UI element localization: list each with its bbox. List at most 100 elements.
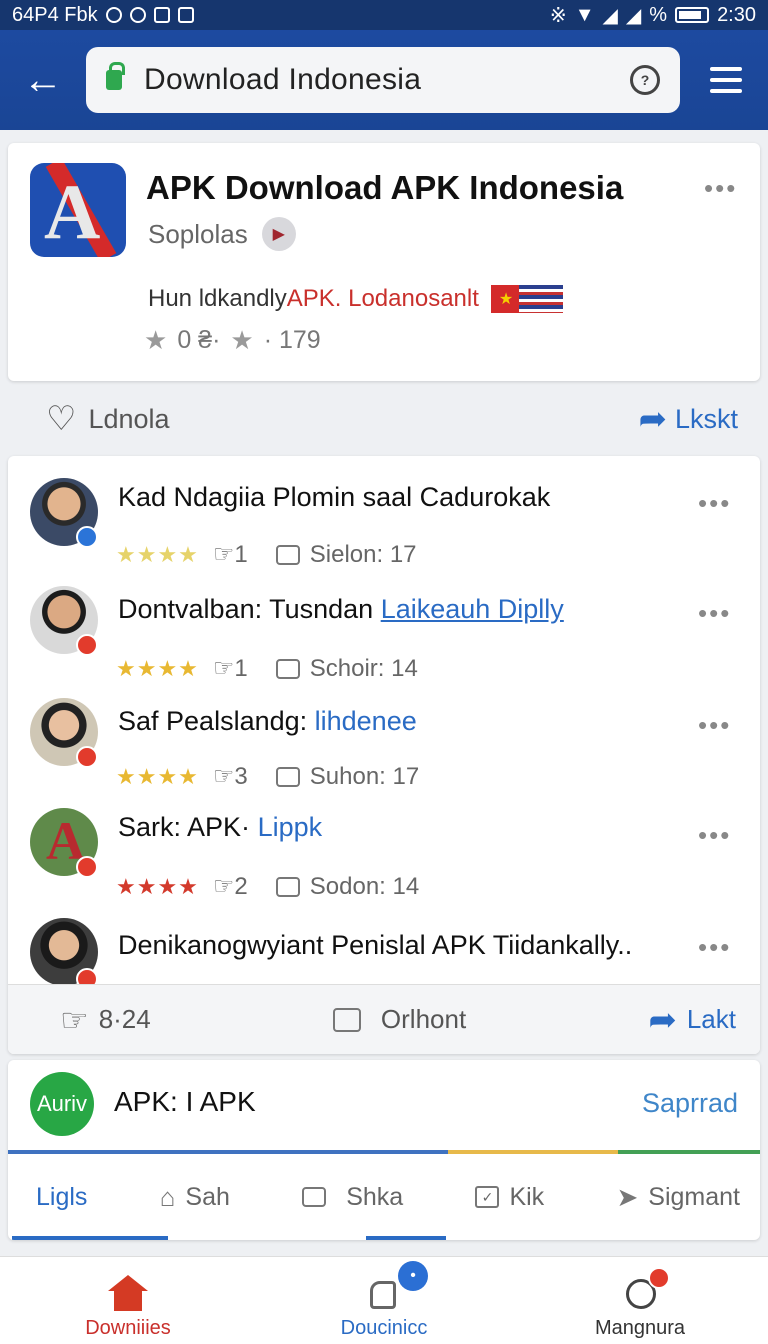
- like-total: 8·24: [98, 1004, 151, 1034]
- thumbs-up-icon[interactable]: ☞: [213, 762, 235, 791]
- tab-bar: Ligls ⌂ Sah Shka ✓ Kik ➤ Sigmant: [8, 1154, 760, 1240]
- bluetooth-icon: ※: [549, 4, 567, 27]
- developer-badge-icon: ▶: [261, 217, 296, 251]
- url-bar[interactable]: Download Indonesia ?: [86, 47, 680, 113]
- review-link[interactable]: lihdenee: [315, 706, 417, 736]
- info-icon[interactable]: ?: [630, 65, 660, 95]
- review-title: Saf Pealslandg: lihdenee: [118, 706, 417, 737]
- share-arrow-icon: ➦: [638, 400, 667, 438]
- profile-icon: [620, 1267, 670, 1313]
- review-title-text: Sark: APK·: [118, 812, 258, 842]
- comment-button[interactable]: Orlhont: [332, 1004, 467, 1035]
- bottom-card-action[interactable]: Saprrad: [642, 1088, 738, 1119]
- rating-stars: ★★★★: [116, 655, 199, 681]
- tab-label: Shka: [346, 1182, 404, 1211]
- share-label: Lkskt: [674, 403, 738, 434]
- comment-label: Sodon: 14: [309, 872, 420, 900]
- developer-name[interactable]: Soplolas: [148, 219, 248, 250]
- comment-label: Schoir: 14: [309, 654, 418, 682]
- like-count: 2: [234, 872, 248, 900]
- nav-label: Mangnura: [594, 1317, 686, 1339]
- status-bar: 64P4 Fbk ※ ▼ ◢ ◢ % 2:30: [0, 0, 768, 30]
- battery-icon: [675, 7, 710, 23]
- nav-downloads[interactable]: Downiiies: [28, 1275, 228, 1340]
- back-arrow-icon[interactable]: ←: [20, 57, 66, 103]
- tab-label: Kik: [509, 1182, 545, 1211]
- wifi-icon: ▼: [574, 3, 595, 26]
- review-item[interactable]: Dontvalban: Tusndan Laikeauh Diplly ★★★★…: [8, 582, 760, 694]
- url-text[interactable]: Download Indonesia: [144, 63, 630, 97]
- percent-sign: %: [649, 3, 668, 26]
- comment-label: Suhon: 17: [309, 762, 420, 790]
- active-tab-indicator: [12, 1236, 168, 1240]
- thumbs-up-icon[interactable]: ☞: [213, 654, 235, 683]
- app-stats: ★ 0 ₴· ★ · 179: [144, 325, 321, 356]
- more-options-icon[interactable]: •••: [698, 490, 731, 516]
- review-title: Sark: APK· Lippk: [118, 812, 322, 843]
- review-title-text: Denikanogwyiant Penislal APK Tiidankally…: [118, 930, 633, 960]
- tab-indicator-secondary: [366, 1236, 446, 1240]
- like-button[interactable]: ♡ Ldnola: [46, 399, 170, 439]
- review-title-text: Kad Ndagiia Plomin saal Cadurokak: [118, 482, 551, 512]
- nav-label: Downiiies: [85, 1317, 171, 1339]
- share-button[interactable]: ➦ Lakt: [648, 1000, 736, 1040]
- tab-sah[interactable]: ⌂ Sah: [160, 1182, 230, 1213]
- review-title: Kad Ndagiia Plomin saal Cadurokak: [118, 482, 550, 513]
- tab-sigmant[interactable]: ➤ Sigmant: [616, 1182, 740, 1213]
- like-count: 1: [234, 654, 248, 682]
- auriv-avatar[interactable]: Auriv: [30, 1072, 94, 1136]
- review-item[interactable]: Saf Pealslandg: lihdenee ★★★★ ☞ 3 Suhon:…: [8, 694, 760, 806]
- review-item[interactable]: Kad Ndagiia Plomin saal Cadurokak ★★★★ ☞…: [8, 470, 760, 582]
- comment-icon[interactable]: [275, 876, 300, 897]
- share-button-label: Lakt: [686, 1004, 736, 1034]
- app-bar: ← Download Indonesia ?: [0, 30, 768, 130]
- thumbs-up-icon[interactable]: ☞: [213, 540, 235, 569]
- review-link[interactable]: Lippk: [258, 812, 323, 842]
- review-link[interactable]: Laikeauh Diplly: [381, 594, 564, 624]
- star-icon: ★: [144, 325, 168, 355]
- comment-icon[interactable]: [275, 658, 300, 679]
- nav-discover[interactable]: • Doucinicc: [284, 1261, 484, 1340]
- tab-label: Sah: [185, 1182, 230, 1211]
- sync-icon: [105, 7, 122, 23]
- rating-stars: ★★★★: [116, 541, 199, 567]
- more-options-icon[interactable]: •••: [698, 712, 731, 738]
- status-left: 64P4 Fbk: [12, 4, 194, 27]
- notification-badge-icon: •: [398, 1261, 428, 1291]
- tab-label: Sigmant: [648, 1182, 740, 1211]
- comment-label: Sielon: 17: [309, 540, 417, 568]
- calendar-icon: [153, 7, 170, 23]
- tagline-text: Hun ldkandly: [148, 285, 287, 312]
- stat-count: · 179: [263, 326, 321, 354]
- comment-button-label: Orlhont: [380, 1004, 467, 1034]
- thumbs-up-icon[interactable]: ☞: [213, 872, 235, 901]
- more-options-icon[interactable]: •••: [704, 175, 737, 201]
- like-count: 3: [234, 762, 248, 790]
- comment-icon[interactable]: [275, 766, 300, 787]
- status-right: ※ ▼ ◢ ◢ % 2:30: [550, 3, 756, 28]
- nav-profile[interactable]: Mangnura: [540, 1267, 740, 1340]
- developer-row: Soplolas ▶: [148, 217, 296, 251]
- like-label: Ldnola: [88, 403, 170, 434]
- tab-ligls[interactable]: Ligls: [36, 1183, 87, 1212]
- review-item[interactable]: Sark: APK· Lippk ★★★★ ☞ 2 Sodon: 14 •••: [8, 806, 760, 918]
- chat-icon: [302, 1187, 327, 1207]
- like-total-button[interactable]: ☞ 8·24: [60, 1001, 151, 1039]
- clock: 2:30: [717, 3, 756, 26]
- comment-icon[interactable]: [275, 544, 300, 565]
- status-left-text: 64P4 Fbk: [12, 3, 98, 26]
- app-title: APK Download APK Indonesia: [146, 169, 624, 206]
- star-icon: ★: [230, 325, 254, 355]
- lock-icon: [106, 62, 125, 90]
- more-options-icon[interactable]: •••: [698, 934, 731, 960]
- app-card: A APK Download APK Indonesia ••• Soplola…: [8, 143, 760, 381]
- checkbox-icon: ✓: [475, 1186, 500, 1208]
- app-logo-icon[interactable]: A: [30, 163, 126, 257]
- more-options-icon[interactable]: •••: [698, 822, 731, 848]
- share-button[interactable]: ➦ Lkskt: [638, 399, 738, 439]
- more-options-icon[interactable]: •••: [698, 600, 731, 626]
- home-outline-icon: ⌂: [159, 1181, 176, 1212]
- menu-icon[interactable]: [710, 67, 742, 93]
- tab-kik[interactable]: ✓ Kik: [475, 1183, 544, 1212]
- tab-shka[interactable]: Shka: [302, 1183, 403, 1212]
